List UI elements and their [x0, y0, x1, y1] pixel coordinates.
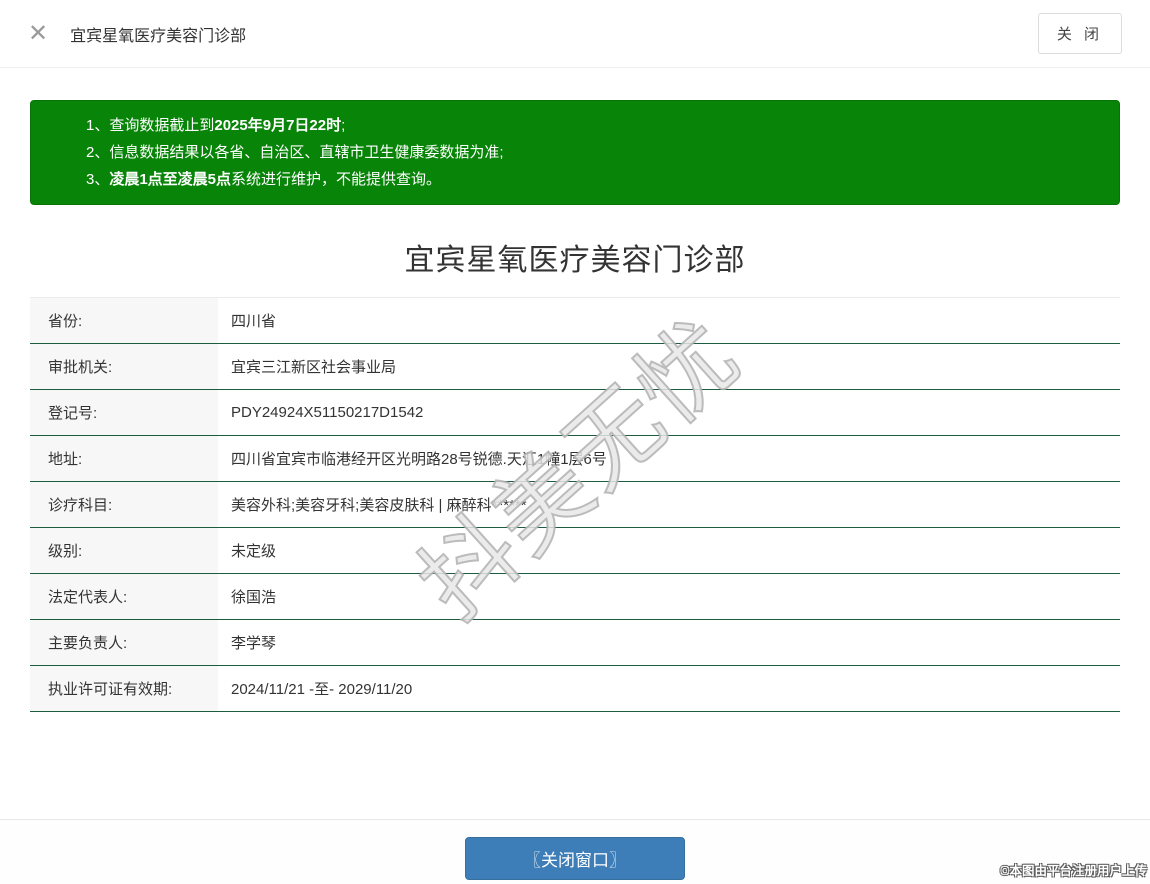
row-value: 四川省宜宾市临港经开区光明路28号锐德.天汇1幢1层6号	[231, 451, 607, 468]
row-value: 李学琴	[231, 635, 277, 652]
footer: 〖关闭窗口〗	[0, 819, 1150, 884]
row-label: 登记号:	[30, 390, 218, 435]
row-value: 宜宾三江新区社会事业局	[231, 359, 397, 376]
copyright-watermark: ©本图由平台注册用户上传	[1000, 864, 1147, 878]
row-label: 诊疗科目:	[30, 482, 218, 527]
row-value: 徐国浩	[231, 589, 277, 606]
notice-line-2-pre: 信息数据结果以各省、自治区、直辖市卫生健康委数据为准;	[109, 144, 504, 161]
notice-line-1-pre: 查询数据截止到	[109, 117, 215, 134]
notice-line-3: 3、凌晨1点至凌晨5点系统进行维护，不能提供查询。	[86, 166, 1099, 193]
row-label: 地址:	[30, 436, 218, 481]
row-label: 法定代表人:	[30, 574, 218, 619]
notice-line-2: 2、信息数据结果以各省、自治区、直辖市卫生健康委数据为准;	[86, 139, 1099, 166]
notice-line-2-num: 2、	[86, 144, 110, 161]
notice-line-3-bold: 凌晨1点至凌晨5点	[109, 171, 232, 188]
notice-banner: 1、查询数据截止到2025年9月7日22时; 2、信息数据结果以各省、自治区、直…	[30, 100, 1120, 205]
close-button[interactable]: 关 闭	[1037, 13, 1122, 54]
row-value: 未定级	[231, 543, 277, 560]
table-row: 登记号: PDY24924X51150217D1542	[30, 390, 1120, 436]
notice-line-1-bold: 2025年9月7日22时	[214, 117, 342, 134]
row-label: 执业许可证有效期:	[30, 666, 218, 711]
row-value: 2024/11/21 -至- 2029/11/20	[231, 681, 413, 698]
table-row: 诊疗科目: 美容外科;美容牙科;美容皮肤科 | 麻醉科******	[30, 482, 1120, 528]
table-row: 省份: 四川省	[30, 298, 1120, 344]
header: ✕ 宜宾星氧医疗美容门诊部 关 闭	[0, 0, 1150, 68]
row-value: 四川省	[231, 313, 277, 330]
table-row: 执业许可证有效期: 2024/11/21 -至- 2029/11/20	[30, 666, 1120, 712]
window-title: 宜宾星氧医疗美容门诊部	[70, 27, 247, 45]
table-row: 主要负责人: 李学琴	[30, 620, 1120, 666]
row-label: 级别:	[30, 528, 218, 573]
table-row: 法定代表人: 徐国浩	[30, 574, 1120, 620]
notice-line-1-num: 1、	[86, 117, 110, 134]
row-value: 美容外科;美容牙科;美容皮肤科 | 麻醉科******	[231, 497, 527, 514]
notice-line-1-post: ;	[341, 117, 346, 134]
table-row: 地址: 四川省宜宾市临港经开区光明路28号锐德.天汇1幢1层6号	[30, 436, 1120, 482]
row-value: PDY24924X51150217D1542	[231, 404, 424, 421]
notice-line-3-post: 系统进行维护，不能提供查询。	[231, 171, 442, 188]
close-window-button[interactable]: 〖关闭窗口〗	[465, 837, 685, 880]
close-icon[interactable]: ✕	[28, 21, 48, 46]
page-title: 宜宾星氧医疗美容门诊部	[404, 244, 746, 277]
notice-line-1: 1、查询数据截止到2025年9月7日22时;	[86, 112, 1099, 139]
info-table: 省份: 四川省 审批机关: 宜宾三江新区社会事业局 登记号: PDY24924X…	[30, 297, 1120, 712]
row-label: 省份:	[30, 298, 218, 343]
table-row: 审批机关: 宜宾三江新区社会事业局	[30, 344, 1120, 390]
row-label: 审批机关:	[30, 344, 218, 389]
row-label: 主要负责人:	[30, 620, 218, 665]
table-row: 级别: 未定级	[30, 528, 1120, 574]
notice-line-3-num: 3、	[86, 171, 110, 188]
